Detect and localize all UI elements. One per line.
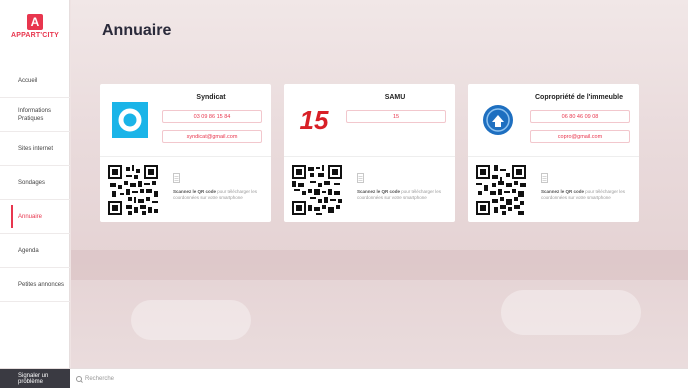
copropriete-logo-icon bbox=[483, 105, 513, 135]
app-logo[interactable]: A APPART'CITY bbox=[0, 14, 70, 39]
background-chair-shape bbox=[131, 300, 251, 340]
email-button[interactable]: copro@gmail.com bbox=[530, 130, 630, 143]
sidebar-item-informations-pratiques[interactable]: Informations Pratiques bbox=[0, 98, 70, 132]
sidebar-item-agenda[interactable]: Agenda bbox=[0, 234, 70, 268]
contact-card-copropriete: Copropriété de l'immeuble 06 80 46 09 08… bbox=[468, 84, 639, 222]
syndicat-logo-icon bbox=[112, 102, 148, 138]
sidebar-item-accueil[interactable]: Accueil bbox=[0, 64, 70, 98]
sidebar-item-sites-internet[interactable]: Sites internet bbox=[0, 132, 70, 166]
scan-bold: Scannez le QR code bbox=[541, 189, 585, 194]
contact-name: Copropriété de l'immeuble bbox=[534, 94, 623, 101]
card-header: Syndicat 03 09 86 15 84 syndicat@gmail.c… bbox=[100, 84, 271, 156]
card-qr-section: Scannez le QR code pour télécharger les … bbox=[100, 156, 271, 222]
phone-button[interactable]: 03 09 86 15 84 bbox=[162, 110, 262, 123]
qr-code[interactable] bbox=[476, 165, 526, 215]
card-qr-section: Scannez le QR code pour télécharger les … bbox=[468, 156, 639, 222]
email-button[interactable]: syndicat@gmail.com bbox=[162, 130, 262, 143]
vcard-icon bbox=[357, 173, 364, 183]
qr-code[interactable] bbox=[108, 165, 158, 215]
search-input[interactable]: Recherche bbox=[85, 376, 114, 382]
sidebar-item-sondages[interactable]: Sondages bbox=[0, 166, 70, 200]
samu-logo-text: 15 bbox=[300, 105, 329, 135]
scan-instructions: Scannez le QR code pour télécharger les … bbox=[357, 189, 449, 201]
vcard-icon bbox=[173, 173, 180, 183]
phone-button[interactable]: 15 bbox=[346, 110, 446, 123]
bottom-bar: Signaler un problème Recherche bbox=[0, 368, 688, 388]
samu-logo: 15 bbox=[295, 102, 333, 138]
scan-bold: Scannez le QR code bbox=[357, 189, 401, 194]
card-qr-section: Scannez le QR code pour télécharger les … bbox=[284, 156, 455, 222]
main-content: Annuaire Syndicat 03 09 86 15 84 syndica… bbox=[71, 0, 688, 368]
search-bar[interactable]: Recherche bbox=[76, 369, 114, 388]
contact-name: SAMU bbox=[384, 94, 406, 101]
vcard-icon bbox=[541, 173, 548, 183]
contact-card-samu: 15 SAMU 15 Scannez le QR code pour téléc… bbox=[284, 84, 455, 222]
scan-instructions: Scannez le QR code pour télécharger les … bbox=[541, 189, 633, 201]
report-problem-button[interactable]: Signaler un problème bbox=[0, 369, 70, 388]
logo-mark: A bbox=[27, 14, 43, 30]
qr-code[interactable] bbox=[292, 165, 342, 215]
sidebar-item-annuaire[interactable]: Annuaire bbox=[0, 200, 70, 234]
contact-name: Syndicat bbox=[196, 94, 226, 101]
background-photo-band bbox=[71, 250, 688, 280]
sidebar: A APPART'CITY Accueil Informations Prati… bbox=[0, 0, 70, 368]
scan-instructions: Scannez le QR code pour télécharger les … bbox=[173, 189, 265, 201]
sidebar-nav: Accueil Informations Pratiques Sites int… bbox=[0, 64, 70, 302]
syndicat-logo bbox=[111, 102, 149, 138]
logo-text: APPART'CITY bbox=[10, 32, 60, 39]
samu-logo-icon: 15 bbox=[300, 105, 329, 135]
phone-button[interactable]: 06 80 46 09 08 bbox=[530, 110, 630, 123]
background-chair-shape bbox=[501, 290, 641, 335]
card-header: Copropriété de l'immeuble 06 80 46 09 08… bbox=[468, 84, 639, 156]
contact-cards: Syndicat 03 09 86 15 84 syndicat@gmail.c… bbox=[100, 84, 660, 222]
scan-bold: Scannez le QR code bbox=[173, 189, 217, 194]
contact-card-syndicat: Syndicat 03 09 86 15 84 syndicat@gmail.c… bbox=[100, 84, 271, 222]
page-title: Annuaire bbox=[102, 22, 172, 39]
card-header: 15 SAMU 15 bbox=[284, 84, 455, 156]
copropriete-logo bbox=[479, 102, 517, 138]
search-icon bbox=[76, 376, 82, 382]
sidebar-item-petites-annonces[interactable]: Petites annonces bbox=[0, 268, 70, 302]
